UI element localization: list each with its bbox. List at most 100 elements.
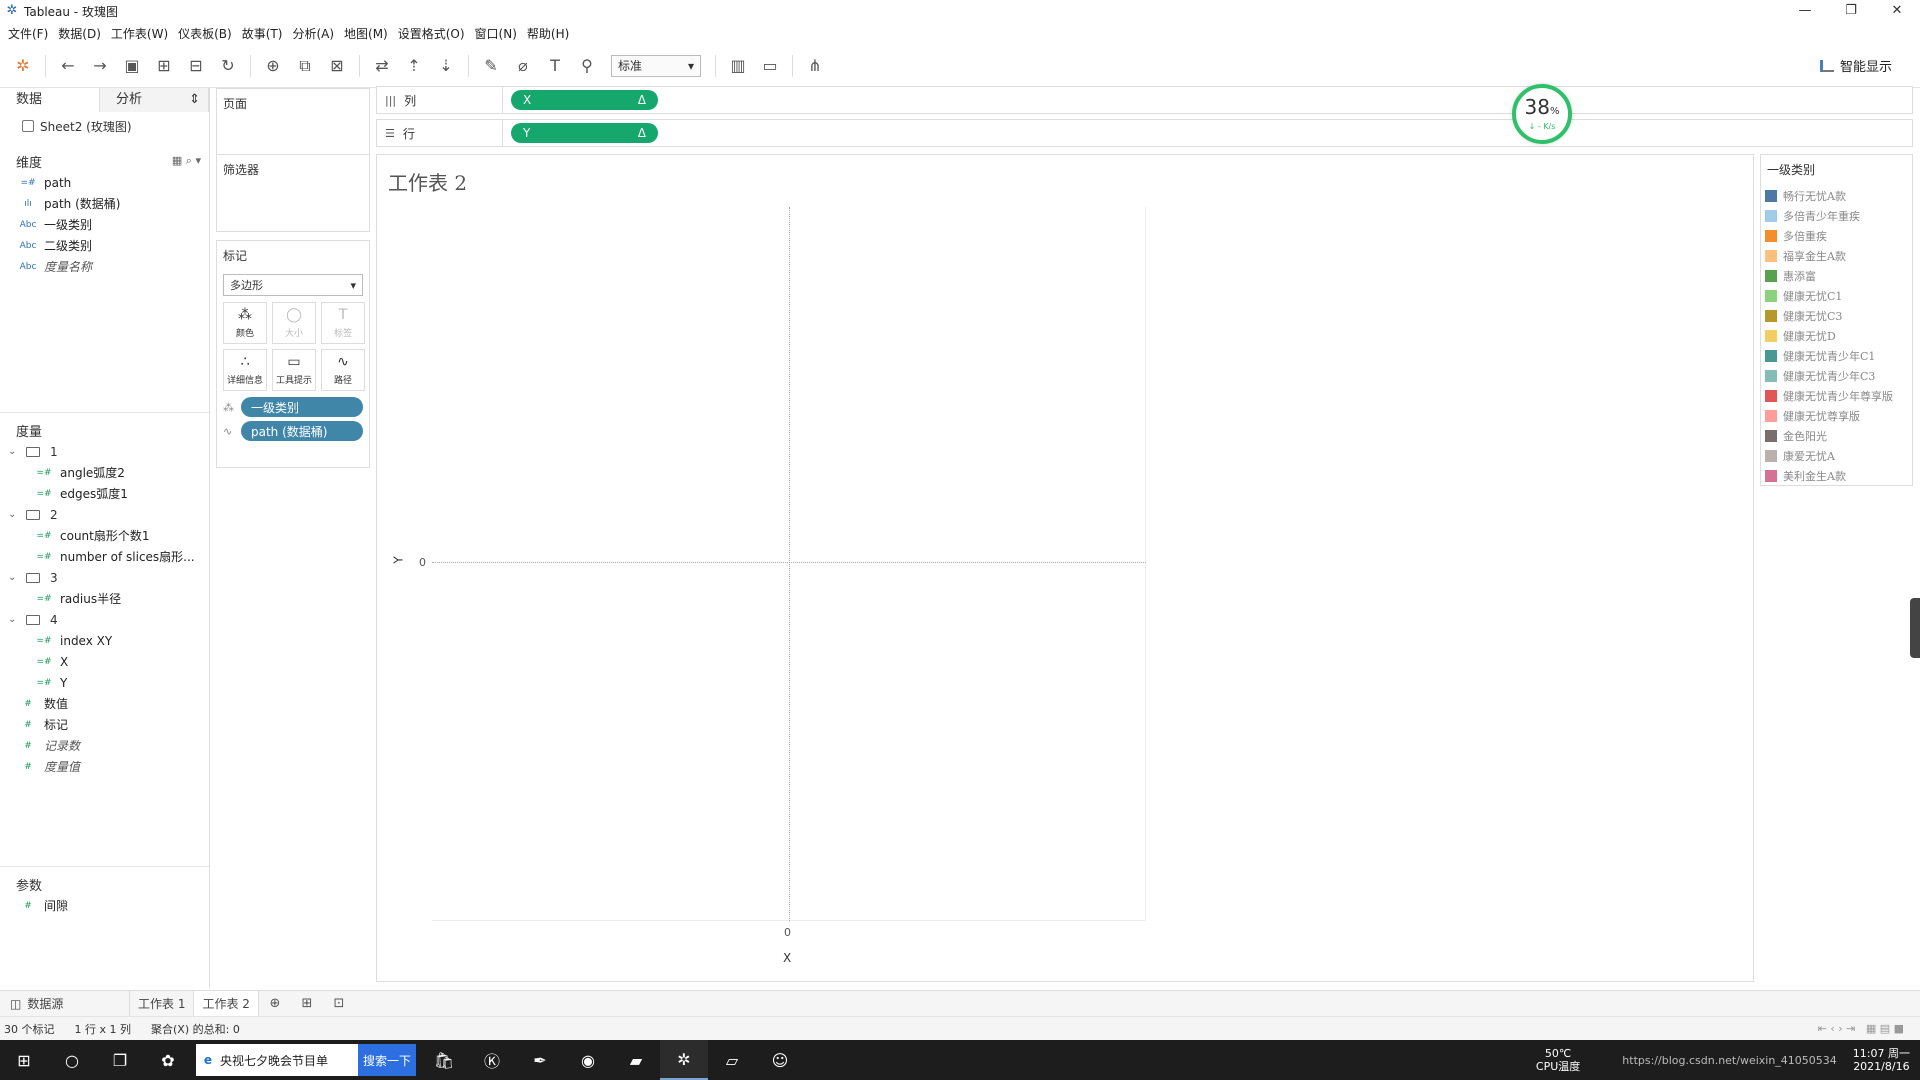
task-view-icon[interactable]: ❐	[96, 1040, 144, 1080]
mark-pill[interactable]: path (数据桶)	[241, 421, 363, 441]
new-story-icon[interactable]: ⊡	[323, 991, 355, 1017]
x-axis-label[interactable]: X	[783, 951, 791, 965]
measure-field[interactable]: =# count扇形个数1	[0, 525, 209, 546]
save-icon[interactable]: ▣	[119, 53, 145, 79]
chrome-icon[interactable]: ◉	[564, 1040, 612, 1080]
legend-item[interactable]: 畅行无忧A款	[1765, 186, 1908, 206]
datasource-item[interactable]: Sheet2 (玫瑰图)	[0, 112, 209, 140]
filters-card[interactable]: 筛选器	[216, 154, 370, 232]
mark-pill-icon[interactable]: ⁂	[223, 401, 237, 414]
sheet-title[interactable]: 工作表 2	[388, 167, 467, 196]
chevron-down-icon[interactable]: ⌄	[8, 509, 20, 520]
menu-file[interactable]: 文件(F)	[6, 25, 56, 42]
new-dashboard-icon[interactable]: ⊞	[291, 991, 323, 1017]
legend-title[interactable]: 一级类别	[1765, 161, 1908, 178]
chevron-down-icon[interactable]: ⌄	[8, 446, 20, 457]
tab-datasource[interactable]: ◫ 数据源	[0, 990, 130, 1017]
mark-button[interactable]: ∴ 详细信息	[223, 349, 267, 391]
dimension-field[interactable]: Abc 度量名称	[0, 256, 209, 277]
group-icon[interactable]: ⌀	[510, 53, 536, 79]
share-icon[interactable]: ⋔	[802, 53, 828, 79]
swap-axes-icon[interactable]: ⇄	[369, 53, 395, 79]
new-datasource-icon[interactable]: ⊞	[151, 53, 177, 79]
file-explorer-icon[interactable]: ▰	[612, 1040, 660, 1080]
cpu-temperature[interactable]: 50℃ CPU温度	[1536, 1047, 1580, 1073]
parameter-field[interactable]: # 间隙	[0, 895, 209, 916]
measure-folder[interactable]: ⌄ 1	[0, 441, 209, 462]
close-button[interactable]: ✕	[1874, 0, 1920, 22]
legend-item[interactable]: 健康无忧青少年C3	[1765, 366, 1908, 386]
measure-field[interactable]: =# radius半径	[0, 588, 209, 609]
highlight-icon[interactable]: ✎	[478, 53, 504, 79]
measure-folder[interactable]: ⌄ 2	[0, 504, 209, 525]
chevron-down-icon[interactable]: ⌄	[8, 572, 20, 583]
search-button[interactable]: 搜索一下	[358, 1044, 416, 1076]
menu-story[interactable]: 故事(T)	[240, 25, 291, 42]
presentation-mode-icon[interactable]: ▭	[757, 53, 783, 79]
chevron-down-icon[interactable]: ⌄	[8, 614, 20, 625]
menu-analysis[interactable]: 分析(A)	[290, 25, 342, 42]
dimension-field[interactable]: =# path	[0, 172, 209, 193]
measure-folder[interactable]: ⌄ 3	[0, 567, 209, 588]
smart-show-button[interactable]: 智能显示	[1819, 56, 1892, 75]
legend-item[interactable]: 健康无忧D	[1765, 326, 1908, 346]
undo-icon[interactable]: ←	[55, 53, 81, 79]
maximize-button[interactable]: ❐	[1828, 0, 1874, 22]
legend-item[interactable]: 惠添富	[1765, 266, 1908, 286]
measure-field[interactable]: =# angle弧度2	[0, 462, 209, 483]
fit-select[interactable]: 标准 ▾	[611, 54, 701, 77]
minimize-button[interactable]: —	[1782, 0, 1828, 22]
wechat-icon[interactable]: ☺	[756, 1040, 804, 1080]
dimension-field[interactable]: Abc 一级类别	[0, 214, 209, 235]
tab-data[interactable]: 数据	[0, 88, 100, 112]
tab-sheet-2[interactable]: 工作表 2	[194, 990, 259, 1017]
network-speed-widget[interactable]: 38% ↓ - K/s	[1512, 84, 1572, 144]
menu-worksheet[interactable]: 工作表(W)	[109, 25, 176, 42]
rows-shelf[interactable]: ☰ 行 Y Δ	[376, 119, 1913, 147]
store-icon[interactable]: 🛍	[420, 1040, 468, 1080]
legend-item[interactable]: 健康无忧C1	[1765, 286, 1908, 306]
menu-window[interactable]: 窗口(N)	[473, 25, 525, 42]
duplicate-sheet-icon[interactable]: ⧉	[292, 53, 318, 79]
legend-item[interactable]: 多倍重疾	[1765, 226, 1908, 246]
clear-sheet-icon[interactable]: ⊠	[324, 53, 350, 79]
measure-field[interactable]: # 数值	[0, 693, 209, 714]
notes-icon[interactable]: ▱	[708, 1040, 756, 1080]
measure-field[interactable]: =# number of slices扇形...	[0, 546, 209, 567]
legend-item[interactable]: 多倍青少年重疾	[1765, 206, 1908, 226]
pin-icon[interactable]: ⚲	[574, 53, 600, 79]
tableau-taskbar-icon[interactable]: ✲	[660, 1040, 708, 1080]
legend-item[interactable]: 金色阳光	[1765, 426, 1908, 446]
side-handle[interactable]	[1910, 598, 1920, 658]
feather-icon[interactable]: ✒	[516, 1040, 564, 1080]
measure-field[interactable]: # 记录数	[0, 735, 209, 756]
mark-button[interactable]: ◯ 大小	[272, 302, 316, 344]
row-pill-y[interactable]: Y Δ	[511, 123, 658, 143]
show-labels-icon[interactable]: T	[542, 53, 568, 79]
menu-map[interactable]: 地图(M)	[342, 25, 396, 42]
worksheet-view[interactable]: 工作表 2 Y 0 0 X	[376, 154, 1754, 982]
show-cards-icon[interactable]: ▥	[725, 53, 751, 79]
sheet-nav-icons[interactable]: ⇤ ‹ › ⇥ ▦ ▤ ■	[1818, 1022, 1904, 1035]
y-axis-label[interactable]: Y	[392, 556, 406, 563]
mark-button[interactable]: T 标签	[321, 302, 365, 344]
menu-help[interactable]: 帮助(H)	[525, 25, 577, 42]
legend-item[interactable]: 健康无忧C3	[1765, 306, 1908, 326]
legend-item[interactable]: 美利金生A款	[1765, 466, 1908, 486]
new-worksheet-icon[interactable]: ⊕	[259, 991, 291, 1017]
measure-field[interactable]: =# X	[0, 651, 209, 672]
dimension-field[interactable]: ılı path (数据桶)	[0, 193, 209, 214]
redo-icon[interactable]: →	[87, 53, 113, 79]
tab-analysis[interactable]: 分析 ⇕	[100, 88, 209, 112]
mark-pill-icon[interactable]: ∿	[223, 425, 237, 438]
columns-shelf[interactable]: ||| 列 X Δ	[376, 86, 1913, 114]
menu-dashboard[interactable]: 仪表板(B)	[176, 25, 240, 42]
legend-item[interactable]: 康爱无忧A	[1765, 446, 1908, 466]
measure-field[interactable]: =# edges弧度1	[0, 483, 209, 504]
tab-sheet-1[interactable]: 工作表 1	[130, 990, 195, 1017]
column-pill-x[interactable]: X Δ	[511, 90, 658, 110]
legend-item[interactable]: 健康无忧青少年尊享版	[1765, 386, 1908, 406]
system-clock[interactable]: 11:07 周一 2021/8/16	[1853, 1047, 1910, 1073]
tableau-home-icon[interactable]: ✲	[10, 53, 36, 79]
measure-folder[interactable]: ⌄ 4	[0, 609, 209, 630]
